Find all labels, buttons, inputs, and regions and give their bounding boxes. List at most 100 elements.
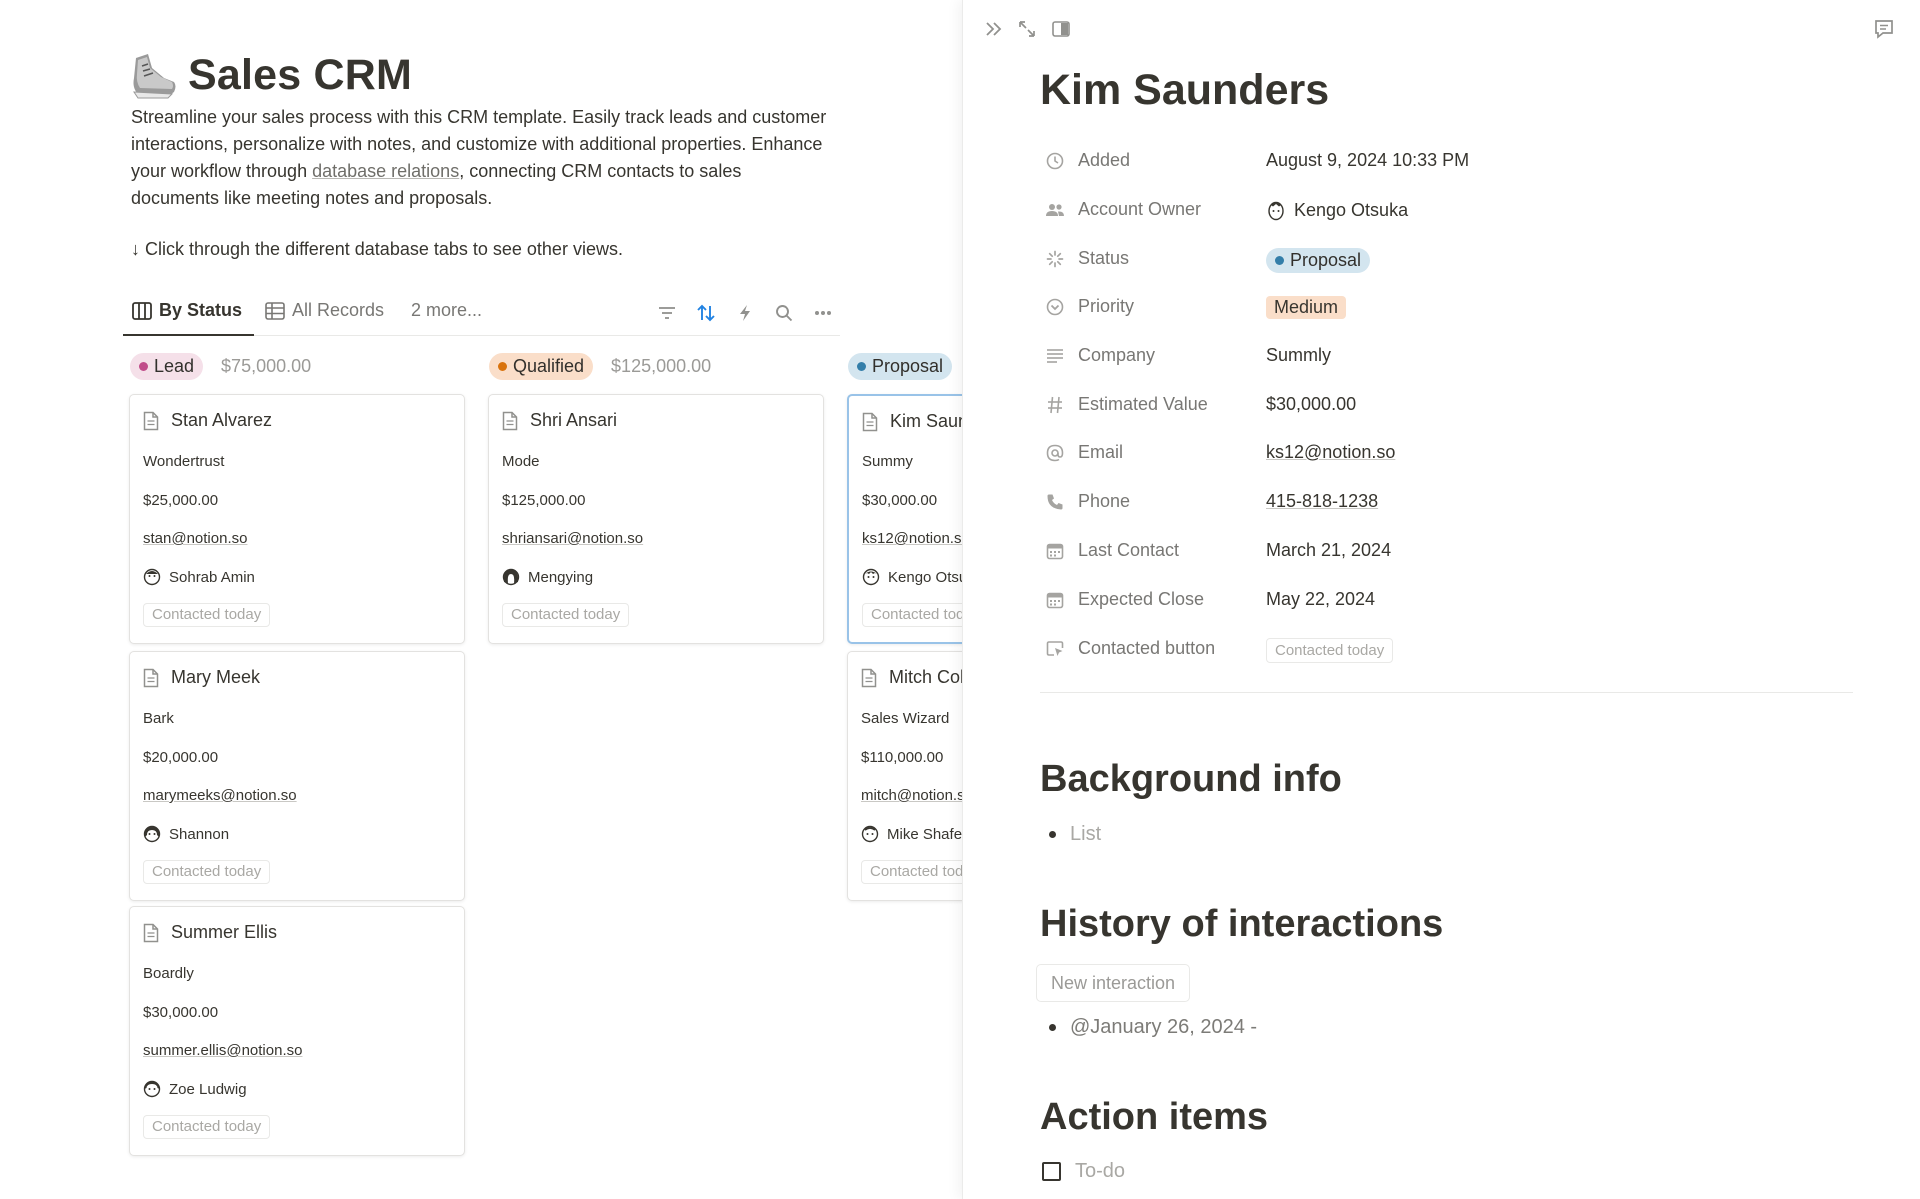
people-icon	[1045, 200, 1065, 220]
property-label[interactable]: Company	[1078, 345, 1155, 366]
card-value: $20,000.00	[143, 749, 219, 766]
property-label[interactable]: Contacted button	[1078, 638, 1215, 659]
property-label[interactable]: Email	[1078, 442, 1123, 463]
card-email[interactable]: stan@notion.so	[143, 530, 247, 547]
property-value[interactable]: March 21, 2024	[1266, 540, 1391, 561]
status-label: Proposal	[872, 356, 944, 376]
owner-name: Zoe Ludwig	[169, 1080, 247, 1098]
owner-name: Shannon	[169, 825, 230, 843]
list-item[interactable]: List	[1049, 823, 1101, 846]
owner-name: Mengying	[528, 568, 594, 586]
automation-icon[interactable]	[734, 302, 756, 324]
comments-icon[interactable]	[1872, 17, 1896, 41]
avatar	[143, 825, 161, 843]
close-panel-icon[interactable]	[982, 17, 1006, 41]
expand-icon[interactable]	[1015, 17, 1039, 41]
property-company: Company Summly	[1045, 341, 1845, 371]
status-label: Qualified	[513, 356, 585, 376]
card-name: Summer Ellis	[171, 922, 278, 942]
card-email[interactable]: mitch@notion.so	[861, 787, 962, 804]
card-owner: Shannon	[143, 825, 229, 843]
contacted-button[interactable]: Contacted today	[862, 603, 962, 627]
contacted-button[interactable]: Contacted today	[1266, 638, 1394, 663]
property-label[interactable]: Estimated Value	[1078, 394, 1208, 415]
property-label[interactable]: Added	[1078, 150, 1130, 171]
contacted-button[interactable]: Contacted today	[143, 603, 271, 627]
page-icon	[143, 668, 159, 687]
board-card[interactable]: Mitch Cohen Sales Wizard $110,000.00 mit…	[847, 651, 962, 901]
tab-label: All Records	[292, 300, 385, 320]
contacted-button[interactable]: Contacted today	[143, 860, 271, 884]
property-value[interactable]: Medium	[1266, 296, 1347, 319]
record-side-panel: Kim Saunders Added August 9, 2024 10:33 …	[962, 0, 1920, 1199]
tab-all-records[interactable]: All Records	[265, 300, 384, 321]
property-label[interactable]: Expected Close	[1078, 589, 1204, 610]
property-label[interactable]: Phone	[1078, 491, 1130, 512]
property-label[interactable]: Last Contact	[1078, 540, 1179, 561]
property-label[interactable]: Priority	[1078, 296, 1134, 317]
list-item[interactable]: @January 26, 2024 -	[1049, 1016, 1257, 1039]
property-value[interactable]: May 22, 2024	[1266, 589, 1375, 610]
search-icon[interactable]	[773, 302, 795, 324]
card-email[interactable]: ks12@notion.so	[862, 530, 962, 547]
property-value-email[interactable]: ks12@notion.so	[1266, 442, 1395, 463]
board-card[interactable]: Shri Ansari Mode $125,000.00 shriansari@…	[488, 394, 824, 644]
card-email[interactable]: shriansari@notion.so	[502, 530, 643, 547]
date-mention[interactable]: @January 26, 2024 -	[1070, 1016, 1257, 1038]
board-card-selected[interactable]: Kim Saunders Summy $30,000.00 ks12@notio…	[847, 394, 962, 644]
status-pill-proposal[interactable]: Proposal	[848, 353, 953, 380]
board-card[interactable]: Stan Alvarez Wondertrust $25,000.00 stan…	[129, 394, 465, 644]
phone-icon	[1045, 492, 1065, 512]
avatar	[862, 568, 880, 586]
page-icon	[861, 668, 877, 687]
property-value[interactable]: Proposal	[1266, 248, 1371, 273]
todo-item[interactable]: To-do	[1042, 1160, 1125, 1183]
sort-icon[interactable]	[695, 302, 717, 324]
board-card[interactable]: Mary Meek Bark $20,000.00 marymeeks@noti…	[129, 651, 465, 901]
property-value: Contacted today	[1266, 638, 1394, 663]
page-icon	[143, 411, 159, 430]
owner-name: Mike Shafer	[887, 825, 962, 843]
property-value: August 9, 2024 10:33 PM	[1266, 150, 1470, 170]
sneaker-icon[interactable]	[128, 48, 178, 102]
history-heading[interactable]: History of interactions	[1040, 903, 1443, 946]
checkbox[interactable]	[1042, 1162, 1061, 1181]
background-info-heading[interactable]: Background info	[1040, 758, 1342, 801]
card-company: Sales Wizard	[861, 710, 950, 727]
property-value[interactable]: $30,000.00	[1266, 394, 1356, 415]
record-title[interactable]: Kim Saunders	[1040, 66, 1329, 115]
action-items-heading[interactable]: Action items	[1040, 1096, 1268, 1139]
tab-by-status[interactable]: By Status	[132, 300, 242, 321]
card-company: Boardly	[143, 965, 194, 982]
active-tab-underline	[123, 334, 254, 336]
status-dot	[498, 362, 507, 371]
status-pill-qualified[interactable]: Qualified	[489, 353, 594, 380]
card-email[interactable]: marymeeks@notion.so	[143, 787, 297, 804]
contacted-button[interactable]: Contacted today	[861, 860, 962, 884]
property-value[interactable]: Kengo Otsuka	[1266, 199, 1408, 221]
status-pill-lead[interactable]: Lead	[130, 353, 204, 380]
hint-text: ↓ Click through the different database t…	[131, 239, 623, 259]
avatar	[861, 825, 879, 843]
card-company: Wondertrust	[143, 453, 225, 470]
property-expected-close: Expected Close May 22, 2024	[1045, 585, 1845, 615]
contacted-button[interactable]: Contacted today	[502, 603, 630, 627]
filter-icon[interactable]	[656, 302, 678, 324]
property-value[interactable]: Summly	[1266, 345, 1331, 366]
column-header-qualified: Qualified $125,000.00	[489, 353, 711, 380]
board-card[interactable]: Summer Ellis Boardly $30,000.00 summer.e…	[129, 906, 465, 1156]
side-peek-icon[interactable]	[1049, 17, 1073, 41]
tab-label: By Status	[159, 300, 243, 320]
contacted-button[interactable]: Contacted today	[143, 1115, 271, 1139]
database-relations-link[interactable]: database relations	[312, 161, 459, 181]
property-label[interactable]: Status	[1078, 248, 1129, 269]
property-value-phone[interactable]: 415-818-1238	[1266, 491, 1378, 512]
card-value: $110,000.00	[861, 749, 944, 766]
more-icon[interactable]	[812, 302, 834, 324]
new-interaction-button[interactable]: New interaction	[1036, 964, 1191, 1002]
property-label[interactable]: Account Owner	[1078, 199, 1201, 220]
status-pill-proposal[interactable]: Proposal	[1266, 248, 1371, 273]
card-email[interactable]: summer.ellis@notion.so	[143, 1042, 302, 1059]
priority-pill: Medium	[1266, 296, 1347, 319]
tab-more-views[interactable]: 2 more...	[411, 300, 482, 321]
